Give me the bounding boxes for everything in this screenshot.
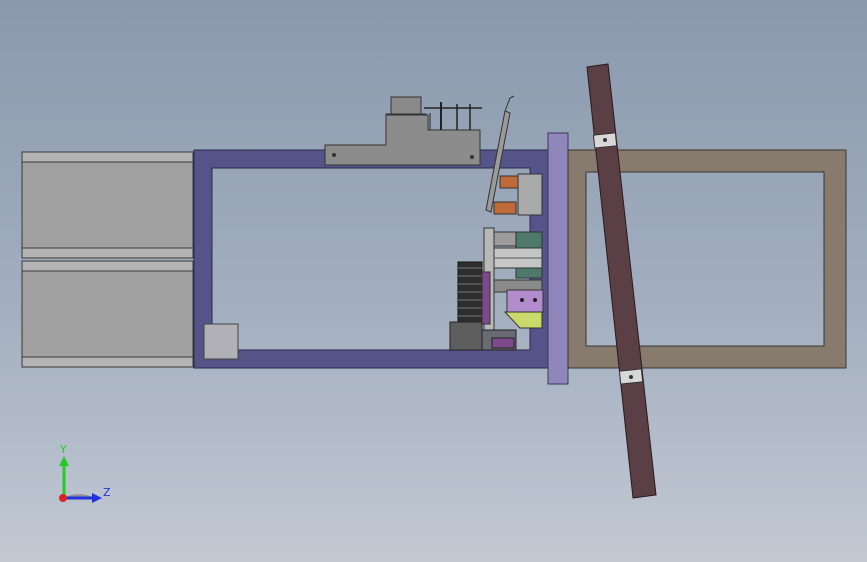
- cad-viewport[interactable]: Y Z: [0, 0, 867, 562]
- diagonal-arm[interactable]: [586, 63, 657, 499]
- coordinate-triad: [59, 456, 102, 503]
- top-actuator-assembly[interactable]: [324, 96, 482, 166]
- triad-y-label: Y: [60, 443, 67, 456]
- triad-z-label: Z: [103, 486, 111, 499]
- mounting-bracket[interactable]: [547, 132, 569, 385]
- left-housing[interactable]: [21, 151, 194, 368]
- assembly-drawing: [21, 63, 847, 503]
- drive-mechanism[interactable]: [449, 227, 544, 351]
- gripper-cylinders[interactable]: [493, 173, 543, 216]
